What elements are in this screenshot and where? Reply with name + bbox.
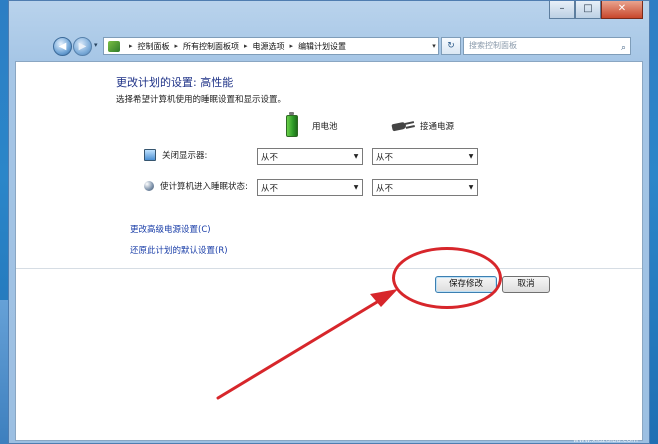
arrow-shaft (216, 297, 384, 400)
watermark-url: www.xiazaiba.com (573, 436, 638, 444)
annotation-circle (392, 247, 502, 309)
annotation-arrow (216, 289, 398, 400)
